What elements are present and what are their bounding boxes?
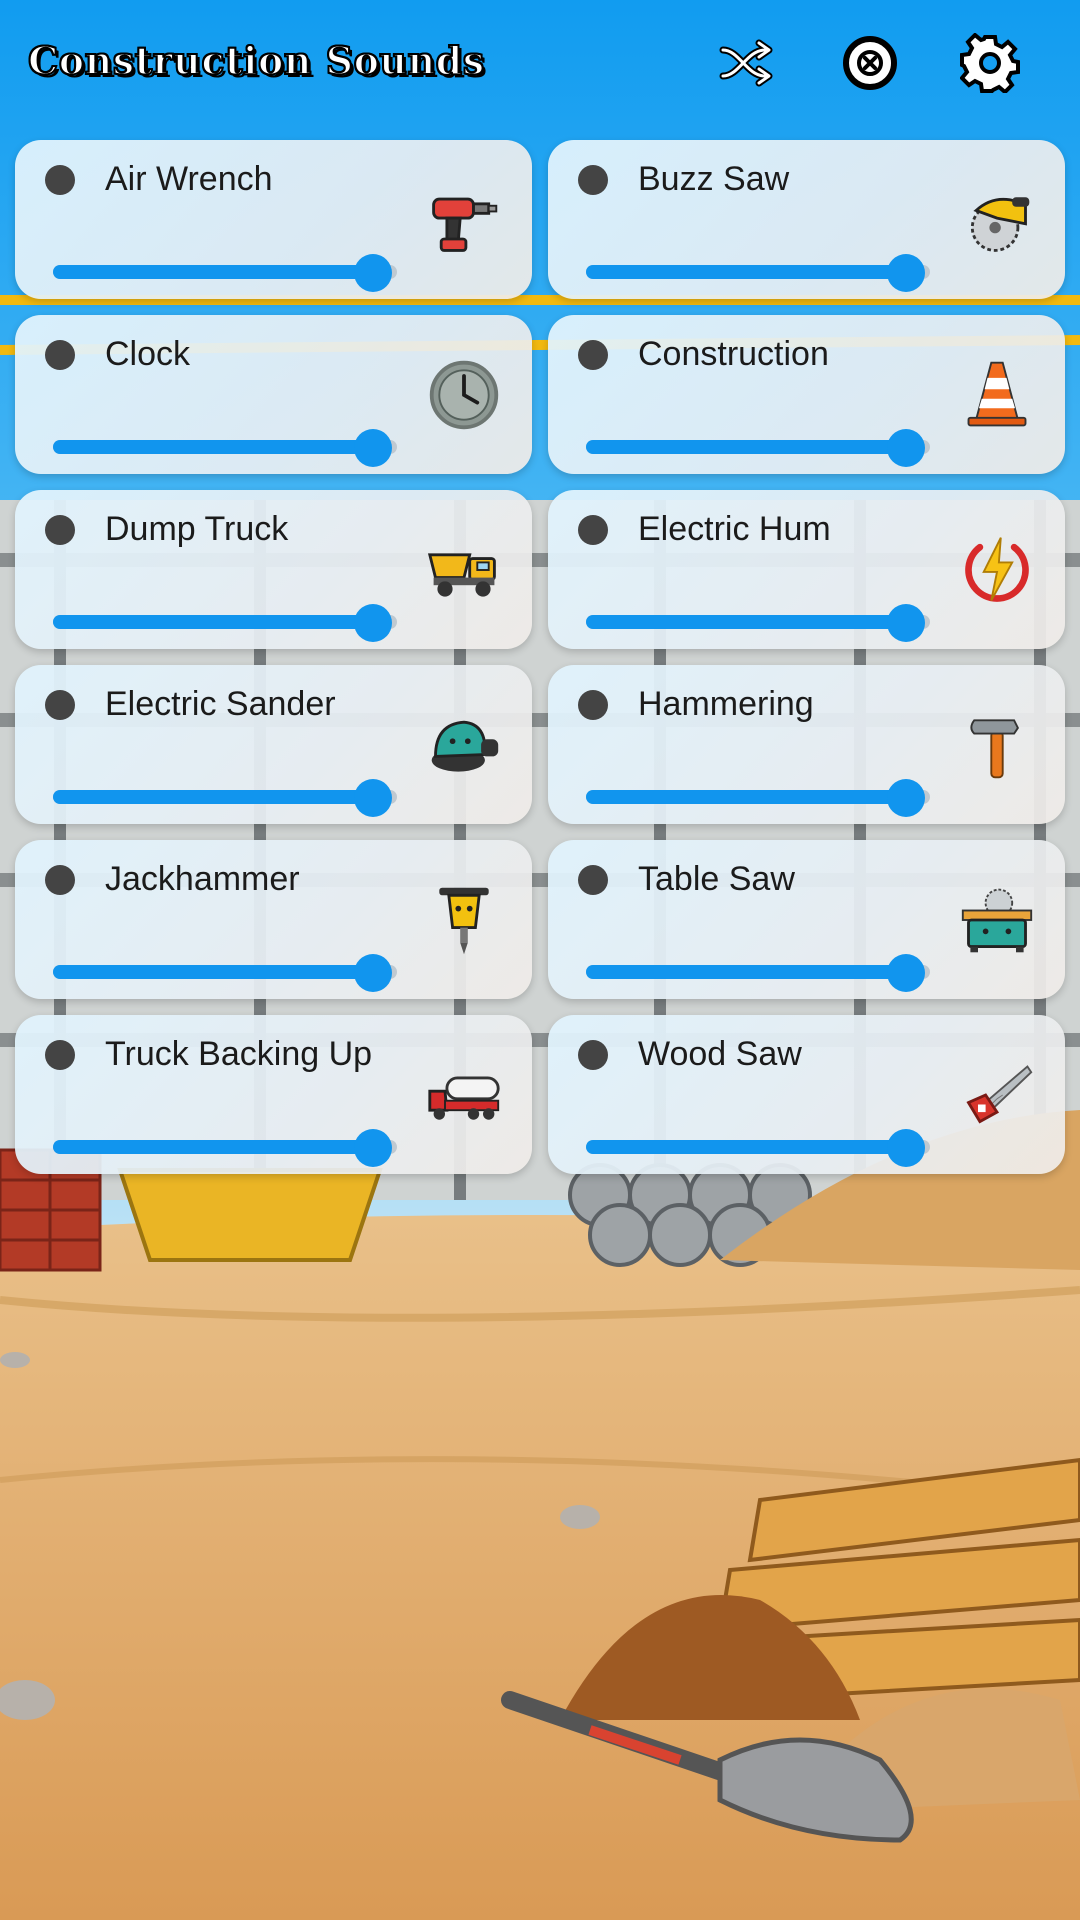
dump-truck-icon bbox=[426, 532, 502, 608]
volume-fill bbox=[53, 615, 373, 629]
volume-slider[interactable] bbox=[53, 1127, 397, 1167]
volume-fill bbox=[586, 965, 906, 979]
app-header: Construction Sounds bbox=[0, 0, 1080, 130]
volume-slider[interactable] bbox=[53, 427, 397, 467]
play-indicator[interactable] bbox=[578, 690, 608, 720]
sound-card-dump-truck[interactable]: Dump Truck bbox=[15, 490, 532, 649]
play-indicator[interactable] bbox=[45, 515, 75, 545]
play-indicator[interactable] bbox=[45, 690, 75, 720]
volume-fill bbox=[586, 790, 906, 804]
sound-card-clock[interactable]: Clock bbox=[15, 315, 532, 474]
sound-card-table-saw[interactable]: Table Saw bbox=[548, 840, 1065, 999]
volume-slider[interactable] bbox=[586, 952, 930, 992]
sound-label: Truck Backing Up bbox=[105, 1035, 373, 1073]
hand-saw-icon bbox=[959, 1057, 1035, 1133]
sound-card-electric-sander[interactable]: Electric Sander bbox=[15, 665, 532, 824]
sound-label: Hammering bbox=[638, 685, 814, 723]
app-title: Construction Sounds bbox=[27, 37, 485, 84]
play-indicator[interactable] bbox=[45, 1040, 75, 1070]
volume-thumb[interactable] bbox=[353, 954, 392, 992]
volume-slider[interactable] bbox=[53, 777, 397, 817]
settings-button[interactable] bbox=[957, 30, 1023, 96]
sound-label: Construction bbox=[638, 335, 829, 373]
volume-fill bbox=[586, 615, 906, 629]
shuffle-button[interactable] bbox=[716, 30, 782, 96]
sound-card-buzz-saw[interactable]: Buzz Saw bbox=[548, 140, 1065, 299]
volume-slider[interactable] bbox=[53, 952, 397, 992]
sound-label: Air Wrench bbox=[105, 160, 273, 198]
volume-thumb[interactable] bbox=[886, 429, 925, 467]
sound-label: Electric Sander bbox=[105, 685, 336, 723]
volume-thumb[interactable] bbox=[353, 779, 392, 817]
sound-card-jackhammer[interactable]: Jackhammer bbox=[15, 840, 532, 999]
clock-icon bbox=[426, 357, 502, 433]
volume-slider[interactable] bbox=[586, 777, 930, 817]
sound-label: Table Saw bbox=[638, 860, 795, 898]
volume-fill bbox=[53, 265, 373, 279]
play-indicator[interactable] bbox=[578, 515, 608, 545]
play-indicator[interactable] bbox=[45, 340, 75, 370]
sound-label: Jackhammer bbox=[105, 860, 300, 898]
sound-card-electric-hum[interactable]: Electric Hum bbox=[548, 490, 1065, 649]
air-wrench-icon bbox=[426, 182, 502, 258]
play-indicator[interactable] bbox=[578, 865, 608, 895]
volume-thumb[interactable] bbox=[886, 779, 925, 817]
volume-slider[interactable] bbox=[586, 427, 930, 467]
truck-icon bbox=[426, 1057, 502, 1133]
sound-label: Electric Hum bbox=[638, 510, 831, 548]
close-circle-icon bbox=[843, 36, 897, 90]
volume-fill bbox=[53, 965, 373, 979]
volume-slider[interactable] bbox=[586, 252, 930, 292]
volume-slider[interactable] bbox=[586, 602, 930, 642]
volume-fill bbox=[586, 265, 906, 279]
play-indicator[interactable] bbox=[578, 165, 608, 195]
sound-card-truck-backing-up[interactable]: Truck Backing Up bbox=[15, 1015, 532, 1174]
volume-thumb[interactable] bbox=[353, 604, 392, 642]
volume-fill bbox=[53, 790, 373, 804]
stop-all-button[interactable] bbox=[837, 30, 903, 96]
sound-label: Dump Truck bbox=[105, 510, 289, 548]
sound-card-air-wrench[interactable]: Air Wrench bbox=[15, 140, 532, 299]
gear-icon bbox=[960, 33, 1020, 93]
sound-card-construction[interactable]: Construction bbox=[548, 315, 1065, 474]
volume-thumb[interactable] bbox=[353, 429, 392, 467]
table-saw-icon bbox=[959, 882, 1035, 958]
sound-card-hammering[interactable]: Hammering bbox=[548, 665, 1065, 824]
circular-saw-icon bbox=[959, 182, 1035, 258]
volume-fill bbox=[586, 440, 906, 454]
play-indicator[interactable] bbox=[578, 1040, 608, 1070]
play-indicator[interactable] bbox=[45, 165, 75, 195]
volume-thumb[interactable] bbox=[886, 254, 925, 292]
volume-thumb[interactable] bbox=[886, 1129, 925, 1167]
sound-grid: Air Wrench Buzz Saw Clock Construction D… bbox=[15, 140, 1065, 1174]
sound-label: Wood Saw bbox=[638, 1035, 802, 1073]
volume-slider[interactable] bbox=[53, 602, 397, 642]
sound-card-wood-saw[interactable]: Wood Saw bbox=[548, 1015, 1065, 1174]
volume-slider[interactable] bbox=[53, 252, 397, 292]
traffic-cone-icon bbox=[959, 357, 1035, 433]
volume-thumb[interactable] bbox=[886, 954, 925, 992]
volume-fill bbox=[53, 440, 373, 454]
sound-label: Buzz Saw bbox=[638, 160, 790, 198]
volume-fill bbox=[53, 1140, 373, 1154]
shuffle-icon bbox=[719, 39, 773, 87]
volume-fill bbox=[586, 1140, 906, 1154]
volume-thumb[interactable] bbox=[353, 254, 392, 292]
sound-label: Clock bbox=[105, 335, 191, 373]
play-indicator[interactable] bbox=[45, 865, 75, 895]
volume-slider[interactable] bbox=[586, 1127, 930, 1167]
jackhammer-icon bbox=[426, 882, 502, 958]
volume-thumb[interactable] bbox=[886, 604, 925, 642]
volume-thumb[interactable] bbox=[353, 1129, 392, 1167]
play-indicator[interactable] bbox=[578, 340, 608, 370]
hammer-icon bbox=[959, 707, 1035, 783]
sander-icon bbox=[426, 707, 502, 783]
lightning-icon bbox=[959, 532, 1035, 608]
